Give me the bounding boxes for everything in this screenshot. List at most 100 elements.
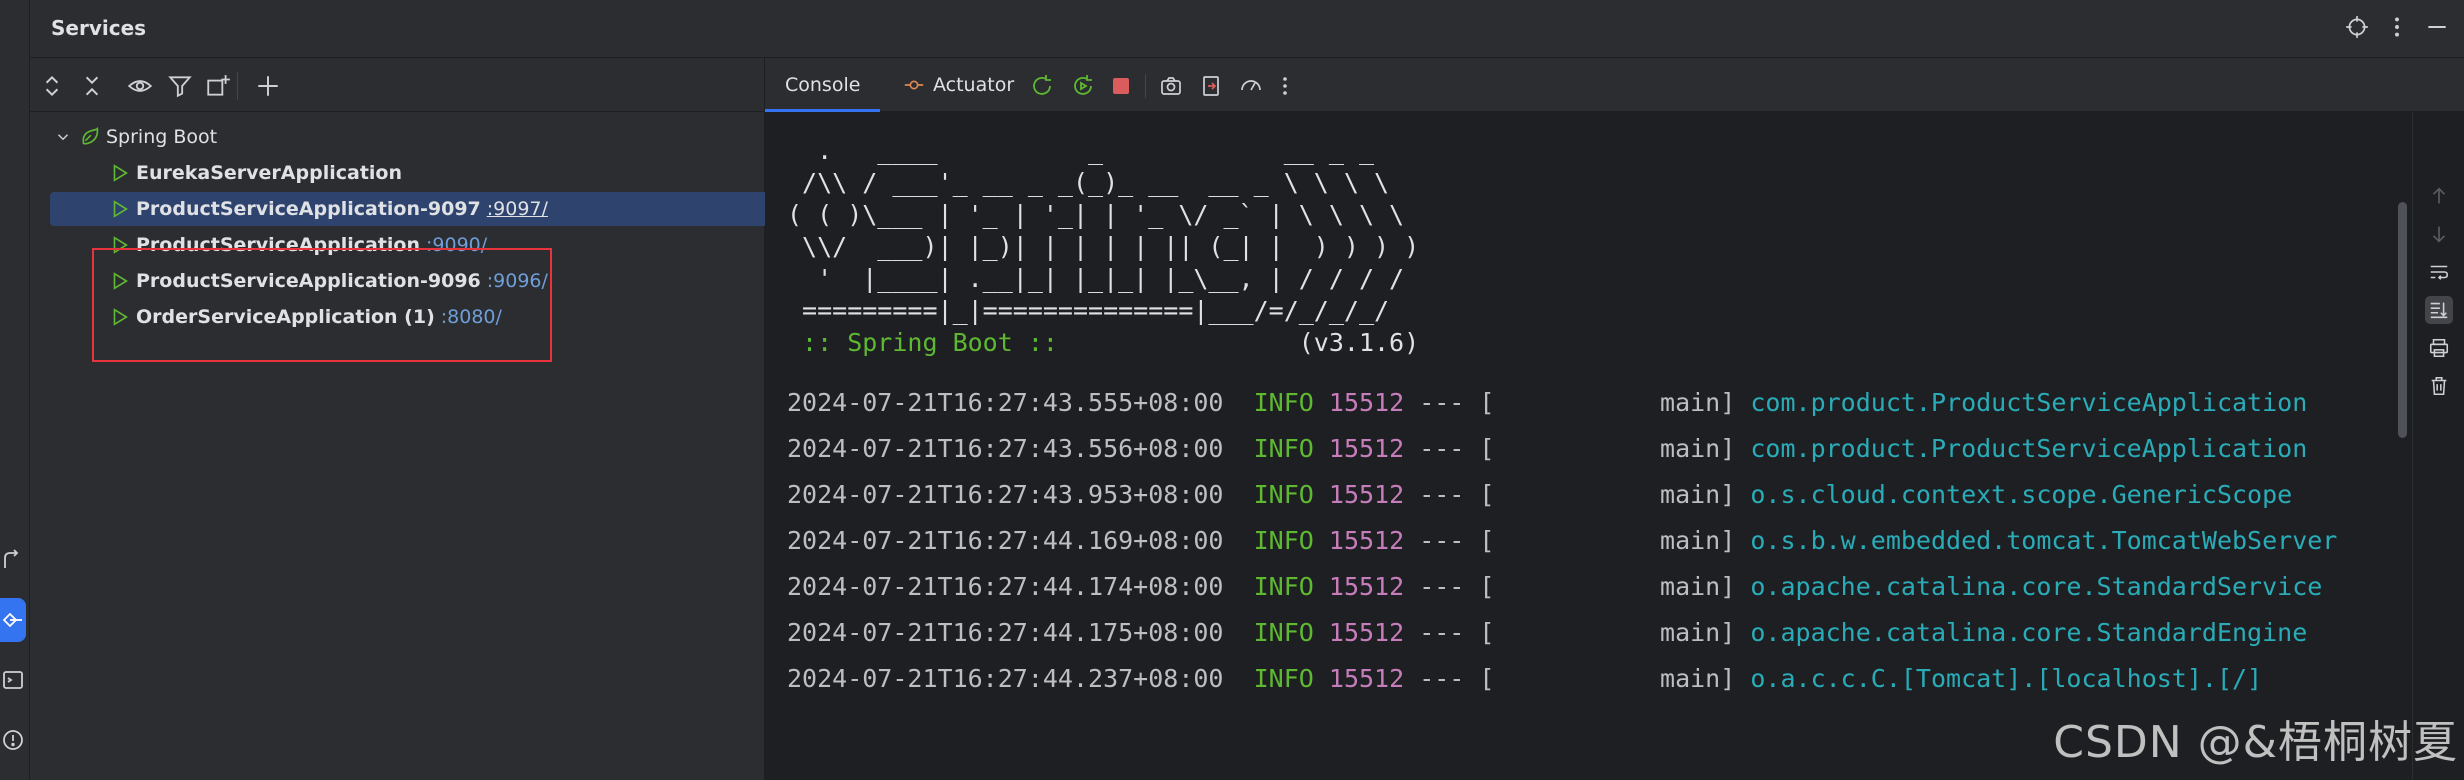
down-arrow-icon[interactable] — [2425, 220, 2453, 248]
eye-icon[interactable] — [124, 70, 156, 102]
tree-toolbar — [30, 58, 765, 112]
crosshair-icon[interactable] — [2344, 14, 2370, 44]
log-pid: 15512 — [1328, 434, 1405, 463]
log-separator: --- [ — [1404, 480, 1495, 509]
log-timestamp: 2024-07-21T16:27:44.169+08:00 — [787, 526, 1224, 555]
console-output[interactable]: . ____ _ __ _ _ /\\ / ___'_ __ _ _(_)_ _… — [765, 112, 2412, 780]
log-thread: main] — [1494, 572, 1736, 601]
log-logger: o.s.cloud.context.scope.GenericScope — [1750, 480, 2293, 509]
log-logger: o.apache.catalina.core.StandardEngine — [1750, 618, 2308, 647]
log-line: 2024-07-21T16:27:44.237+08:00 INFO 15512… — [787, 664, 2262, 694]
spring-boot-label: :: Spring Boot :: — [787, 328, 1073, 357]
new-group-icon[interactable] — [202, 70, 234, 102]
tab-actuator[interactable]: Actuator — [893, 58, 1024, 112]
spring-boot-version: (v3.1.6) — [1072, 328, 1420, 357]
log-thread: main] — [1494, 434, 1736, 463]
log-logger: o.s.b.w.embedded.tomcat.TomcatWebServer — [1750, 526, 2338, 555]
log-logger: com.product.ProductServiceApplication — [1750, 388, 2308, 417]
log-level: INFO — [1238, 480, 1314, 509]
toolbar-divider — [1145, 74, 1146, 98]
up-arrow-icon[interactable] — [2425, 182, 2453, 210]
tree-item-product-service-9097[interactable]: ProductServiceApplication-9097 :9097/ — [50, 192, 774, 226]
run-icon — [108, 197, 132, 221]
log-separator: --- [ — [1404, 526, 1495, 555]
log-line: 2024-07-21T16:27:43.953+08:00 INFO 15512… — [787, 480, 2292, 510]
log-level: INFO — [1238, 572, 1314, 601]
log-thread: main] — [1494, 480, 1736, 509]
services-tool-icon[interactable] — [0, 598, 26, 642]
services-tree-pane: Spring Boot EurekaServerApplication Prod… — [30, 58, 774, 780]
problems-icon[interactable] — [0, 718, 26, 762]
stop-icon[interactable] — [1107, 72, 1135, 100]
spring-boot-icon — [78, 125, 102, 149]
log-separator: --- [ — [1404, 434, 1495, 463]
collapse-all-icon[interactable] — [76, 70, 108, 102]
tab-actuator-label: Actuator — [933, 74, 1015, 96]
run-icon — [108, 161, 132, 185]
add-service-icon[interactable] — [252, 70, 284, 102]
minimize-icon[interactable] — [2424, 14, 2450, 44]
tab-console[interactable]: Console — [765, 58, 881, 112]
log-level: INFO — [1238, 618, 1314, 647]
log-timestamp: 2024-07-21T16:27:43.556+08:00 — [787, 434, 1224, 463]
rerun-icon[interactable] — [1028, 72, 1056, 100]
log-timestamp: 2024-07-21T16:27:44.237+08:00 — [787, 664, 1224, 693]
clear-all-icon[interactable] — [2425, 372, 2453, 400]
log-level: INFO — [1238, 664, 1314, 693]
log-line: 2024-07-21T16:27:44.174+08:00 INFO 15512… — [787, 572, 2322, 602]
tool-window-strip — [0, 0, 30, 780]
profiler-icon[interactable] — [1237, 72, 1265, 100]
services-header: Services — [30, 0, 2464, 58]
log-line: 2024-07-21T16:27:44.175+08:00 INFO 15512… — [787, 618, 2307, 648]
log-separator: --- [ — [1404, 618, 1495, 647]
log-separator: --- [ — [1404, 664, 1495, 693]
tab-console-label: Console — [785, 74, 861, 96]
log-level: INFO — [1238, 388, 1314, 417]
log-line: 2024-07-21T16:27:43.555+08:00 INFO 15512… — [787, 388, 2307, 418]
log-timestamp: 2024-07-21T16:27:44.174+08:00 — [787, 572, 1224, 601]
camera-icon[interactable] — [1157, 72, 1185, 100]
log-thread: main] — [1494, 526, 1736, 555]
chevron-down-icon[interactable] — [52, 126, 74, 148]
log-line: 2024-07-21T16:27:43.556+08:00 INFO 15512… — [787, 434, 2307, 464]
console-pane: Console Actuator . ____ _ __ _ _ /\\ / _… — [765, 58, 2464, 780]
print-icon[interactable] — [2425, 334, 2453, 362]
tree-root-label: Spring Boot — [106, 126, 218, 148]
commit-icon[interactable] — [0, 538, 26, 582]
more-options-icon[interactable] — [1271, 72, 1299, 100]
log-pid: 15512 — [1328, 664, 1405, 693]
log-pid: 15512 — [1328, 526, 1405, 555]
filter-icon[interactable] — [164, 70, 196, 102]
soft-wrap-icon[interactable] — [2425, 258, 2453, 286]
log-separator: --- [ — [1404, 388, 1495, 417]
log-thread: main] — [1494, 388, 1736, 417]
log-pid: 15512 — [1328, 618, 1405, 647]
log-timestamp: 2024-07-21T16:27:43.953+08:00 — [787, 480, 1224, 509]
banner-line: /\\ / ___'_ __ _ _(_)_ __ __ _ \ \ \ \ — [787, 168, 1390, 197]
app-name: ProductServiceApplication-9097 — [136, 198, 481, 220]
log-level: INFO — [1238, 526, 1314, 555]
terminal-icon[interactable] — [0, 658, 26, 702]
panel-title: Services — [51, 16, 147, 40]
vertical-scrollbar[interactable] — [2398, 202, 2407, 438]
expand-all-icon[interactable] — [36, 70, 68, 102]
log-pid: 15512 — [1328, 388, 1405, 417]
more-options-icon[interactable] — [2384, 14, 2410, 44]
restart-icon[interactable] — [1069, 72, 1097, 100]
log-timestamp: 2024-07-21T16:27:43.555+08:00 — [787, 388, 1224, 417]
tree-root-spring-boot[interactable]: Spring Boot — [52, 120, 217, 154]
exit-icon[interactable] — [1197, 72, 1225, 100]
actuator-icon — [903, 74, 925, 96]
tree-item-eureka-server[interactable]: EurekaServerApplication — [108, 156, 402, 190]
toolbar-divider — [237, 72, 238, 100]
log-logger: o.apache.catalina.core.StandardService — [1750, 572, 2323, 601]
banner-line: ' |____| .__|_| |_|_| |_\__, | / / / / — [787, 264, 1405, 293]
log-pid: 15512 — [1328, 480, 1405, 509]
port-link[interactable]: :9097/ — [487, 198, 548, 220]
log-pid: 15512 — [1328, 572, 1405, 601]
app-name: EurekaServerApplication — [136, 162, 402, 184]
console-side-toolbar — [2412, 112, 2464, 780]
scroll-to-end-icon[interactable] — [2425, 296, 2453, 324]
log-thread: main] — [1494, 618, 1736, 647]
log-timestamp: 2024-07-21T16:27:44.175+08:00 — [787, 618, 1224, 647]
